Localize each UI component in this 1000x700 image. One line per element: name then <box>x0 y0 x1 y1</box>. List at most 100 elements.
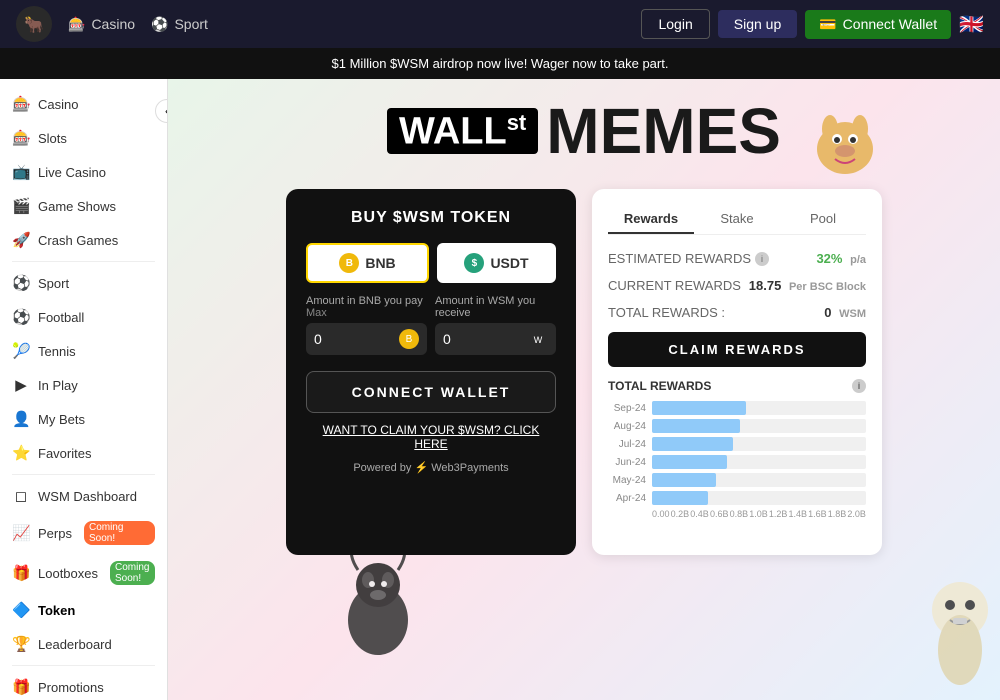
total-rewards-label: TOTAL REWARDS <box>608 379 711 393</box>
casino-nav-button[interactable]: 🎰 Casino <box>68 16 135 33</box>
chart-bar-background <box>652 419 866 433</box>
sidebar-label: Sport <box>38 276 69 291</box>
connect-wallet-card-button[interactable]: CONNECT WALLET <box>306 371 556 413</box>
sidebar-item-my-bets[interactable]: 👤 My Bets <box>0 402 167 436</box>
perps-badge: Coming Soon! <box>84 521 155 545</box>
chart-x-label: 0.2B <box>671 509 690 519</box>
casino-icon: 🎰 <box>68 16 85 33</box>
current-value: 18.75 Per BSC Block <box>749 278 866 293</box>
token-icon: 🔷 <box>12 601 30 619</box>
login-button[interactable]: Login <box>641 9 709 39</box>
tab-pool[interactable]: Pool <box>780 205 866 234</box>
sidebar-item-casino[interactable]: 🎰 Casino <box>0 87 167 121</box>
tab-rewards[interactable]: Rewards <box>608 205 694 234</box>
bnb-amount-input[interactable] <box>314 331 395 347</box>
header: 🐂 🎰 Casino ⚽ Sport Login Sign up 💳 Conne… <box>0 0 1000 48</box>
sidebar-label: Football <box>38 310 84 325</box>
chart-x-label: 0.4B <box>690 509 709 519</box>
bnb-amount-label: Amount in BNB you pay Max <box>306 295 427 319</box>
doge-character <box>810 109 880 179</box>
wsm-amount-input[interactable] <box>443 331 524 347</box>
right-character <box>925 580 995 690</box>
chart-bar-label: Jul-24 <box>608 439 646 450</box>
chart-bar-row: May-24 <box>608 473 866 487</box>
sidebar-item-sport[interactable]: ⚽ Sport <box>0 266 167 300</box>
usdt-icon: $ <box>464 253 484 273</box>
sidebar-item-game-shows[interactable]: 🎬 Game Shows <box>0 189 167 223</box>
powered-by: Powered by ⚡ Web3Payments <box>306 461 556 474</box>
sport-sidebar-icon: ⚽ <box>12 274 30 292</box>
live-casino-icon: 📺 <box>12 163 30 181</box>
sidebar-label: Token <box>38 603 75 618</box>
my-bets-icon: 👤 <box>12 410 30 428</box>
chart-bar-fill <box>652 419 740 433</box>
sidebar-item-promotions[interactable]: 🎁 Promotions <box>0 670 167 700</box>
sidebar-item-tennis[interactable]: 🎾 Tennis <box>0 334 167 368</box>
estimated-rewards-row: ESTIMATED REWARDS i 32% p/a <box>608 251 866 266</box>
bnb-input-icon: B <box>399 329 419 349</box>
current-rewards-row: CURRENT REWARDS 18.75 Per BSC Block <box>608 278 866 293</box>
bnb-token-button[interactable]: B BNB <box>306 243 429 283</box>
total-rewards-info-icon[interactable]: i <box>852 379 866 393</box>
sidebar: ‹ 🎰 Casino 🎰 Slots 📺 Live Casino 🎬 Game … <box>0 79 168 700</box>
chart-bar-background <box>652 491 866 505</box>
sport-nav-button[interactable]: ⚽ Sport <box>151 16 208 33</box>
max-label[interactable]: Max <box>306 307 327 319</box>
chart-x-label: 2.0B <box>847 509 866 519</box>
chart-bar-row: Aug-24 <box>608 419 866 433</box>
sidebar-item-in-play[interactable]: ▶ In Play <box>0 368 167 402</box>
chart-bar-row: Sep-24 <box>608 401 866 415</box>
powered-by-text: Powered by <box>353 462 411 474</box>
chart-x-label: 1.6B <box>808 509 827 519</box>
sidebar-item-leaderboard[interactable]: 🏆 Leaderboard <box>0 627 167 661</box>
sidebar-item-token[interactable]: 🔷 Token <box>0 593 167 627</box>
chart-x-axis: 0.000.2B0.4B0.6B0.8B1.0B1.2B1.4B1.6B1.8B… <box>652 509 866 519</box>
sidebar-item-football[interactable]: ⚽ Football <box>0 300 167 334</box>
sidebar-label: My Bets <box>38 412 85 427</box>
sidebar-item-perps[interactable]: 📈 Perps Coming Soon! <box>0 513 167 553</box>
bnb-input-wrapper: B <box>306 323 427 355</box>
football-icon: ⚽ <box>12 308 30 326</box>
banner-text: $1 Million $WSM airdrop now live! Wager … <box>332 56 669 71</box>
promotions-icon: 🎁 <box>12 678 30 696</box>
lootboxes-badge: Coming Soon! <box>110 561 155 585</box>
chart-x-label: 1.8B <box>828 509 847 519</box>
sidebar-item-live-casino[interactable]: 📺 Live Casino <box>0 155 167 189</box>
chart-x-label: 0.00 <box>652 509 670 519</box>
wsm-input-wrapper: W <box>435 323 556 355</box>
wsm-memes-text: MEMES <box>546 99 781 163</box>
usdt-token-button[interactable]: $ USDT <box>437 243 556 283</box>
sidebar-item-lootboxes[interactable]: 🎁 Lootboxes Coming Soon! <box>0 553 167 593</box>
claim-rewards-button[interactable]: CLAIM REWARDS <box>608 332 866 367</box>
sidebar-item-favorites[interactable]: ⭐ Favorites <box>0 436 167 470</box>
connect-wallet-header-button[interactable]: 💳 Connect Wallet <box>805 10 951 39</box>
sidebar-label: Live Casino <box>38 165 106 180</box>
language-flag[interactable]: 🇬🇧 <box>959 12 984 37</box>
chart-bar-fill <box>652 455 727 469</box>
chart-bar-fill <box>652 491 708 505</box>
svg-text:🐂: 🐂 <box>24 16 44 34</box>
sidebar-item-wsm-dashboard[interactable]: ◻ WSM Dashboard <box>0 479 167 513</box>
sidebar-item-slots[interactable]: 🎰 Slots <box>0 121 167 155</box>
usdt-label: USDT <box>490 255 528 271</box>
sidebar-divider-1 <box>12 261 155 262</box>
chart-bar-label: May-24 <box>608 475 646 486</box>
amount-inputs: B W <box>306 323 556 355</box>
header-right: Login Sign up 💳 Connect Wallet 🇬🇧 <box>641 9 984 39</box>
sidebar-item-crash-games[interactable]: 🚀 Crash Games <box>0 223 167 257</box>
bull-character <box>338 540 418 660</box>
chart-bar-row: Apr-24 <box>608 491 866 505</box>
estimated-info-icon[interactable]: i <box>755 252 769 266</box>
header-left: 🐂 🎰 Casino ⚽ Sport <box>16 6 208 42</box>
tab-stake[interactable]: Stake <box>694 205 780 234</box>
claim-wsm-link[interactable]: WANT TO CLAIM YOUR $WSM? CLICK HERE <box>306 423 556 451</box>
sidebar-divider-3 <box>12 665 155 666</box>
bnb-icon: B <box>339 253 359 273</box>
buy-token-card: BUY $WSM TOKEN B BNB $ USDT Amount in BN… <box>286 189 576 555</box>
svg-text:W: W <box>534 335 543 345</box>
current-label: CURRENT REWARDS <box>608 278 741 293</box>
chart-bar-fill <box>652 437 733 451</box>
wsm-sign: WALLst <box>387 108 538 155</box>
sidebar-label: Perps <box>38 526 72 541</box>
signup-button[interactable]: Sign up <box>718 10 797 38</box>
